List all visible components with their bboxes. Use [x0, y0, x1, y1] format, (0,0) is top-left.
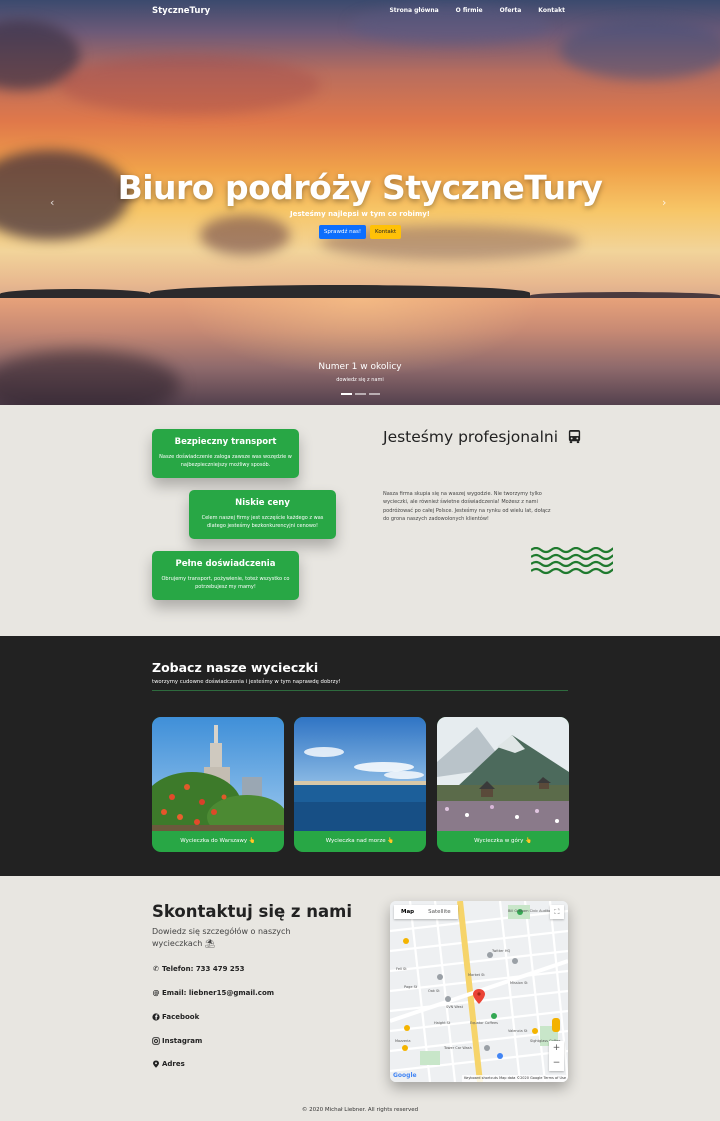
sea-image — [294, 717, 426, 831]
contact-button[interactable]: Kontakt — [370, 225, 402, 239]
map-label: Mozzeria — [395, 1039, 411, 1043]
nav-links: Strona główna O firmie Oferta Kontakt — [389, 7, 565, 14]
map-footer[interactable]: Keyboard shortcuts Map data ©2020 Google… — [462, 1075, 568, 1082]
pegman-icon[interactable] — [552, 1018, 560, 1032]
trip-card-label[interactable]: Wycieczka w góry 👆 — [437, 831, 569, 852]
cloud — [60, 55, 320, 115]
trips-title: Zobacz nasze wycieczki — [152, 660, 319, 675]
contact-facebook-text: Facebook — [162, 1013, 200, 1021]
map-tab-map[interactable]: Map — [394, 905, 421, 919]
contact-title: Skontaktuj się z nami — [152, 902, 353, 921]
feature-card-transport: Bezpieczny transport Nasze doświadczenie… — [152, 429, 299, 478]
carousel-indicator[interactable] — [341, 393, 352, 395]
map-label: Haight St — [434, 1021, 451, 1025]
google-map[interactable]: Bill Graham Civic Auditorium Twitter HQ … — [390, 901, 568, 1082]
map-label: Fell St — [396, 967, 407, 971]
contact-email-text: Email: liebner15@gmail.com — [162, 989, 275, 997]
map-label: Equator Coffees — [470, 1021, 498, 1025]
feature-card-title: Niskie ceny — [235, 498, 290, 508]
contact-section — [0, 876, 720, 1121]
trip-card-warsaw[interactable]: Wycieczka do Warszawy 👆 — [152, 717, 284, 852]
trip-card-sea[interactable]: Wycieczka nad morze 👆 — [294, 717, 426, 852]
feature-card-text: Celem naszej firmy jest szczęście każdeg… — [201, 515, 324, 529]
contact-subtitle: Dowiedz się szczegółów o naszych wyciecz… — [152, 927, 291, 948]
contact-phone[interactable]: ✆ Telefon: 733 479 253 — [152, 965, 245, 973]
bus-icon — [568, 429, 581, 444]
hero-buttons: Sprawdź nas! Kontakt — [0, 225, 720, 239]
feature-card-text: Obrujemy transport, pożywienie, toteż ws… — [161, 576, 290, 590]
feature-card-title: Pełne doświadczenia — [175, 559, 276, 569]
map-label: Mission St — [510, 981, 528, 985]
trip-card-label[interactable]: Wycieczka do Warszawy 👆 — [152, 831, 284, 852]
professional-text: Nasza firma skupia się na waszej wygodzi… — [383, 491, 551, 522]
professional-heading-text: Jesteśmy profesjonalni — [383, 428, 559, 446]
map-zoom-control: + − — [549, 1041, 564, 1071]
zoom-in-button[interactable]: + — [549, 1041, 564, 1056]
feature-card-title: Bezpieczny transport — [174, 437, 277, 447]
divider — [152, 690, 568, 691]
contact-facebook[interactable]: f Facebook — [152, 1013, 199, 1021]
hero-subtitle: Jesteśmy najlepsi w tym co robimy! — [290, 210, 430, 218]
map-label: Twitter HQ — [492, 949, 511, 953]
features-section — [0, 405, 720, 636]
nav-about[interactable]: O firmie — [456, 7, 483, 14]
feature-card-experience: Pełne doświadczenia Obrujemy transport, … — [152, 551, 299, 600]
map-label: Oak St — [428, 989, 440, 993]
instagram-icon — [152, 1037, 160, 1045]
carousel-indicator[interactable] — [355, 393, 366, 395]
map-type-tabs: Map Satellite — [394, 905, 458, 919]
map-label: SVN West — [446, 1005, 463, 1009]
feature-card-prices: Niskie ceny Celem naszej firmy jest szcz… — [189, 490, 336, 539]
zoom-out-button[interactable]: − — [549, 1056, 564, 1071]
check-us-button[interactable]: Sprawdź nas! — [318, 225, 367, 239]
hero-title: Biuro podróży StyczneTury — [117, 168, 603, 207]
fullscreen-icon[interactable]: ⛶ — [550, 905, 564, 919]
contact-address-text: Adres — [162, 1060, 185, 1068]
carousel-caption-text: dowiedz się z nami — [336, 377, 384, 383]
phone-icon: ✆ — [153, 965, 159, 973]
professional-heading: Jesteśmy profesjonalni — [383, 428, 582, 446]
trip-card-label[interactable]: Wycieczka nad morze 👆 — [294, 831, 426, 852]
contact-address[interactable]: Adres — [152, 1060, 185, 1068]
contact-instagram[interactable]: Instagram — [152, 1037, 202, 1045]
nav-contact[interactable]: Kontakt — [538, 7, 565, 14]
brand-logo[interactable]: StyczneTury — [152, 6, 210, 16]
contact-email[interactable]: @ Email: liebner15@gmail.com — [152, 989, 275, 997]
waves-decoration — [531, 547, 613, 575]
hero-carousel: StyczneTury Strona główna O firmie Ofert… — [0, 0, 720, 405]
warsaw-image — [152, 717, 284, 831]
map-label: Tower Car Wash — [444, 1046, 472, 1050]
nav-home[interactable]: Strona główna — [389, 7, 438, 14]
carousel-caption-title: Numer 1 w okolicy — [318, 362, 402, 372]
trips-subtitle: tworzymy cudowne doświadczenia i jesteśm… — [152, 679, 341, 685]
contact-phone-text: Telefon: 733 479 253 — [162, 965, 245, 973]
map-label: Valencia St — [508, 1029, 528, 1033]
facebook-icon: f — [152, 1013, 160, 1021]
map-marker-icon — [153, 1060, 159, 1068]
nav-offer[interactable]: Oferta — [500, 7, 522, 14]
svg-text:f: f — [155, 1015, 158, 1021]
at-icon: @ — [152, 989, 160, 997]
mountains-image — [437, 717, 569, 831]
cloud — [560, 20, 720, 80]
carousel-indicator[interactable] — [369, 393, 380, 395]
carousel-indicators — [341, 393, 380, 395]
navbar: StyczneTury Strona główna O firmie Ofert… — [0, 0, 720, 22]
map-label: Market St — [468, 973, 485, 977]
map-canvas[interactable] — [390, 901, 568, 1082]
map-label: Page St — [404, 985, 418, 989]
contact-instagram-text: Instagram — [162, 1037, 203, 1045]
feature-card-text: Nasze doświadczenie zaloga zawsze was wo… — [159, 454, 292, 468]
page-footer: © 2020 Michał Liebner. All rights reserv… — [301, 1107, 419, 1113]
trip-card-mountains[interactable]: Wycieczka w góry 👆 — [437, 717, 569, 852]
map-tab-satellite[interactable]: Satellite — [421, 905, 458, 919]
google-logo: Google — [393, 1072, 417, 1079]
